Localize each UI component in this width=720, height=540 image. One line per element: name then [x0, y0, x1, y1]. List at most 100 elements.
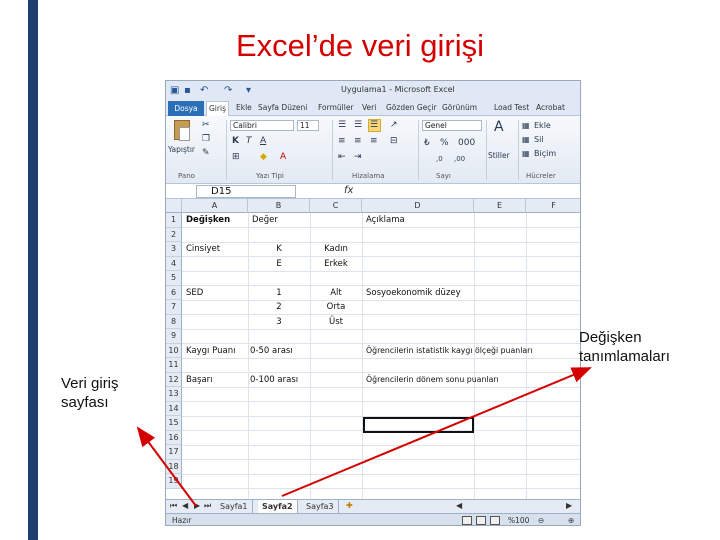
font-name-select[interactable]: Calibri	[230, 120, 294, 131]
row-header[interactable]: 4	[166, 256, 182, 271]
comma-style-icon[interactable]: 000	[458, 138, 475, 149]
font-color-icon[interactable]: A	[280, 152, 286, 163]
row-header[interactable]: 8	[166, 314, 182, 329]
column-header-a[interactable]: A	[182, 199, 248, 213]
page-break-view-icon[interactable]	[490, 516, 500, 525]
cell-d12[interactable]: Öğrencilerin dönem sonu puanları	[366, 373, 580, 387]
underline-icon[interactable]: A	[260, 136, 266, 147]
delete-cells-icon[interactable]: ▦	[522, 134, 530, 145]
row-header[interactable]: 16	[166, 430, 182, 445]
bold-icon[interactable]: K	[232, 136, 239, 147]
cell-b7[interactable]: 2	[248, 300, 310, 314]
format-cells-icon[interactable]: ▦	[522, 148, 530, 159]
cell-b8[interactable]: 3	[248, 315, 310, 329]
row-header[interactable]: 19	[166, 474, 182, 489]
cell-b1[interactable]: Değer	[252, 213, 310, 227]
styles-button-label[interactable]: Stiller	[488, 150, 510, 161]
cell-b6[interactable]: 1	[248, 286, 310, 300]
row-header[interactable]: 14	[166, 401, 182, 416]
decrease-indent-icon[interactable]: ⇤	[338, 152, 346, 163]
customize-toolbar-icon[interactable]: ▾	[246, 84, 251, 97]
row-header[interactable]: 7	[166, 300, 182, 315]
zoom-in-icon[interactable]: ⊕	[568, 516, 574, 525]
align-left-icon[interactable]: ≡	[338, 136, 346, 147]
tab-formulas[interactable]: Formüller	[318, 103, 354, 112]
insert-cells-button[interactable]: Ekle	[534, 120, 551, 131]
name-box[interactable]: D15	[196, 185, 296, 198]
column-header-d[interactable]: D	[362, 199, 474, 213]
borders-icon[interactable]: ⊞	[232, 152, 240, 163]
paste-button-label[interactable]: Yapıştır	[168, 144, 195, 155]
italic-icon[interactable]: T	[246, 136, 252, 147]
cell-c7[interactable]: Orta	[310, 300, 362, 314]
format-painter-icon[interactable]: ✎	[202, 148, 210, 159]
tab-review[interactable]: Gözden Geçir	[386, 103, 437, 112]
select-all-corner[interactable]	[166, 199, 182, 213]
first-sheet-icon[interactable]: ⏮	[170, 501, 177, 511]
cell-b4[interactable]: E	[248, 257, 310, 271]
align-bottom-icon[interactable]: ☰	[370, 120, 378, 131]
align-top-icon[interactable]: ☰	[338, 120, 346, 131]
row-header[interactable]: 2	[166, 227, 182, 242]
tab-file[interactable]: Dosya	[168, 101, 204, 116]
font-size-select[interactable]: 11	[297, 120, 319, 131]
cell-a3[interactable]: Cinsiyet	[186, 242, 248, 256]
cell-a10[interactable]: Kaygı Puanı	[186, 344, 248, 358]
tab-home[interactable]: Giriş	[206, 101, 229, 116]
tab-acrobat[interactable]: Acrobat	[536, 103, 565, 112]
cell-d1[interactable]: Açıklama	[366, 213, 474, 227]
prev-sheet-icon[interactable]: ◀	[182, 501, 188, 510]
copy-icon[interactable]: ❐	[202, 134, 210, 145]
column-header-c[interactable]: C	[310, 199, 362, 213]
increase-indent-icon[interactable]: ⇥	[354, 152, 362, 163]
cell-d10[interactable]: Öğrencilerin istatistik kaygı ölçeği pua…	[366, 344, 580, 358]
cell-a6[interactable]: SED	[186, 286, 248, 300]
align-right-icon[interactable]: ≡	[370, 136, 378, 147]
redo-icon[interactable]: ↷	[224, 84, 232, 97]
sheet-tab-sayfa1[interactable]: Sayfa1	[216, 500, 253, 513]
row-header[interactable]: 11	[166, 358, 182, 373]
cell-c8[interactable]: Üst	[310, 315, 362, 329]
row-header[interactable]: 12	[166, 372, 182, 387]
tab-load-test[interactable]: Load Test	[494, 103, 529, 112]
row-header[interactable]: 6	[166, 285, 182, 300]
normal-view-icon[interactable]	[462, 516, 472, 525]
row-header[interactable]: 13	[166, 387, 182, 402]
last-sheet-icon[interactable]: ⏭	[204, 501, 211, 511]
fx-icon[interactable]: fx	[344, 185, 353, 196]
cell-a1[interactable]: Değişken	[186, 213, 248, 227]
cell-c6[interactable]: Alt	[310, 286, 362, 300]
column-header-e[interactable]: E	[474, 199, 526, 213]
column-header-f[interactable]: F	[526, 199, 580, 213]
undo-icon[interactable]: ↶	[200, 84, 208, 97]
row-header[interactable]: 1	[166, 213, 182, 228]
decrease-decimal-icon[interactable]: ,00	[454, 154, 465, 165]
increase-decimal-icon[interactable]: ,0	[436, 154, 443, 165]
align-center-icon[interactable]: ≡	[354, 136, 362, 147]
zoom-out-icon[interactable]: ⊖	[538, 516, 544, 525]
styles-icon[interactable]: A	[494, 120, 504, 134]
cell-c3[interactable]: Kadın	[310, 242, 362, 256]
horizontal-scroll-right-icon[interactable]: ▶	[566, 501, 572, 510]
tab-data[interactable]: Veri	[362, 103, 376, 112]
percent-icon[interactable]: %	[440, 138, 449, 149]
page-layout-view-icon[interactable]	[476, 516, 486, 525]
column-header-b[interactable]: B	[248, 199, 310, 213]
tab-insert[interactable]: Ekle	[236, 103, 252, 112]
merge-cells-icon[interactable]: ⊟	[390, 136, 398, 147]
zoom-level[interactable]: %100	[508, 516, 529, 525]
cell-d6[interactable]: Sosyoekonomik düzey	[366, 286, 526, 300]
save-icon[interactable]: ▪	[184, 84, 191, 97]
orientation-icon[interactable]: ↗	[390, 120, 398, 131]
row-header[interactable]: 9	[166, 329, 182, 344]
next-sheet-icon[interactable]: ▶	[194, 501, 200, 510]
row-header[interactable]: 3	[166, 242, 182, 257]
insert-sheet-icon[interactable]: ✚	[346, 501, 353, 510]
row-header[interactable]: 5	[166, 271, 182, 286]
fill-color-icon[interactable]: ◆	[260, 152, 267, 163]
active-cell-d15[interactable]	[363, 417, 474, 433]
sheet-tab-sayfa3[interactable]: Sayfa3	[302, 500, 339, 513]
cell-c4[interactable]: Erkek	[310, 257, 362, 271]
cell-b3[interactable]: K	[248, 242, 310, 256]
cell-b12[interactable]: 0-100 arası	[250, 373, 310, 387]
